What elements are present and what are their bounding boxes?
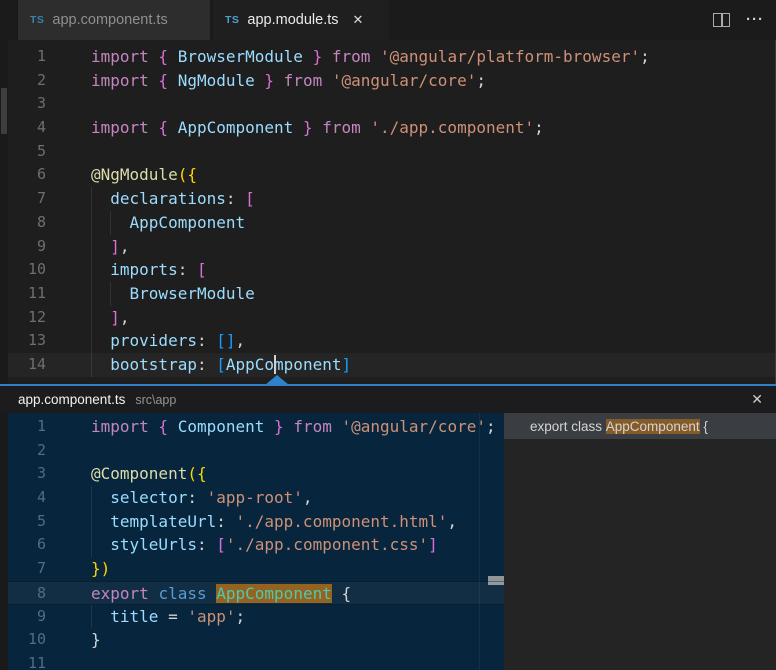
code-text: }) bbox=[91, 557, 110, 581]
editor-line-7[interactable]: 7 declarations: [ bbox=[0, 187, 776, 211]
tab-bar-spacer bbox=[0, 0, 18, 40]
peek-close-icon[interactable]: ✕ bbox=[751, 391, 763, 408]
peek-editor-line-6[interactable]: 6 styleUrls: ['./app.component.css'] bbox=[0, 533, 504, 557]
peek-references-list[interactable]: export class AppComponent { bbox=[504, 413, 776, 670]
code-text: import { Component } from '@angular/core… bbox=[91, 415, 496, 439]
code-text: import { NgModule } from '@angular/core'… bbox=[91, 69, 486, 93]
peek-editor-line-11[interactable]: 11 bbox=[0, 652, 504, 670]
tab-app-component-ts[interactable]: TS app.component.ts bbox=[18, 0, 210, 40]
peek-header[interactable]: app.component.ts src\app ✕ bbox=[0, 386, 776, 413]
reference-text: export class bbox=[530, 419, 606, 434]
editor-line-1[interactable]: 1import { BrowserModule } from '@angular… bbox=[0, 45, 776, 69]
peek-editor-line-3[interactable]: 3@Component({ bbox=[0, 462, 504, 486]
typescript-file-icon: TS bbox=[30, 14, 44, 26]
code-text: AppComponent bbox=[91, 211, 245, 235]
editor-line-3[interactable]: 3 bbox=[0, 92, 776, 116]
peek-editor-line-2[interactable]: 2 bbox=[0, 439, 504, 463]
left-scrollbar-strip[interactable] bbox=[0, 40, 8, 670]
editor-app-module-ts[interactable]: 1import { BrowserModule } from '@angular… bbox=[0, 40, 776, 384]
code-text: export class AppComponent { bbox=[91, 582, 351, 604]
code-text: imports: [ bbox=[91, 258, 207, 282]
indent-guide bbox=[91, 282, 92, 306]
indent-guide bbox=[91, 329, 92, 353]
code-text: @NgModule({ bbox=[91, 163, 197, 187]
code-text: providers: [], bbox=[91, 329, 245, 353]
peek-editor-line-9[interactable]: 9 title = 'app'; bbox=[0, 605, 504, 629]
text-cursor bbox=[274, 355, 276, 374]
indent-guide bbox=[91, 486, 92, 510]
code-text: ], bbox=[91, 306, 130, 330]
code-text: selector: 'app-root', bbox=[91, 486, 313, 510]
tab-bar: TS app.component.ts TS app.module.ts ✕ ·… bbox=[0, 0, 776, 40]
editor-line-9[interactable]: 9 ], bbox=[0, 235, 776, 259]
code-text: BrowserModule bbox=[91, 282, 255, 306]
editor-line-5[interactable]: 5 bbox=[0, 140, 776, 164]
indent-guide bbox=[91, 187, 92, 211]
peek-editor-line-5[interactable]: 5 templateUrl: './app.component.html', bbox=[0, 510, 504, 534]
code-text: declarations: [ bbox=[91, 187, 255, 211]
editor-actions: ··· bbox=[713, 0, 764, 40]
indent-guide bbox=[91, 510, 92, 534]
typescript-file-icon: TS bbox=[225, 14, 239, 26]
editor-line-6[interactable]: 6@NgModule({ bbox=[0, 163, 776, 187]
reference-text: { bbox=[700, 419, 708, 434]
editor-line-14[interactable]: 14 bootstrap: [AppComponent] bbox=[0, 353, 776, 377]
indent-guide bbox=[91, 306, 92, 330]
editor-line-11[interactable]: 11 BrowserModule bbox=[0, 282, 776, 306]
indent-guide bbox=[91, 211, 92, 235]
editor-line-2[interactable]: 2import { NgModule } from '@angular/core… bbox=[0, 69, 776, 93]
reference-item[interactable]: export class AppComponent { bbox=[504, 413, 776, 439]
peek-editor-line-8[interactable]: 8export class AppComponent { bbox=[0, 581, 504, 605]
code-text: ], bbox=[91, 235, 130, 259]
code-text: bootstrap: [AppComponent] bbox=[91, 353, 351, 377]
tab-app-module-ts[interactable]: TS app.module.ts ✕ bbox=[213, 0, 389, 40]
more-actions-icon[interactable]: ··· bbox=[746, 15, 764, 25]
close-tab-icon[interactable]: ✕ bbox=[353, 12, 364, 28]
reference-match-highlight: AppComponent bbox=[606, 419, 700, 434]
editor-line-13[interactable]: 13 providers: [], bbox=[0, 329, 776, 353]
peek-body: 1import { Component } from '@angular/cor… bbox=[0, 413, 776, 670]
code-text: } bbox=[91, 628, 101, 652]
indent-guide bbox=[91, 605, 92, 629]
tab-label: app.component.ts bbox=[52, 12, 167, 28]
editor-line-8[interactable]: 8 AppComponent bbox=[0, 211, 776, 235]
code-text: import { BrowserModule } from '@angular/… bbox=[91, 45, 650, 69]
editor-line-12[interactable]: 12 ], bbox=[0, 306, 776, 330]
peek-editor-line-10[interactable]: 10} bbox=[0, 628, 504, 652]
code-text: title = 'app'; bbox=[91, 605, 245, 629]
editor-line-10[interactable]: 10 imports: [ bbox=[0, 258, 776, 282]
indent-guide bbox=[91, 258, 92, 282]
code-text: templateUrl: './app.component.html', bbox=[91, 510, 457, 534]
editor-line-4[interactable]: 4import { AppComponent } from './app.com… bbox=[0, 116, 776, 140]
peek-top-border bbox=[0, 384, 776, 386]
peek-editor-line-4[interactable]: 4 selector: 'app-root', bbox=[0, 486, 504, 510]
reference-match-highlight: AppComponent bbox=[216, 584, 332, 603]
code-text: @Component({ bbox=[91, 462, 207, 486]
peek-editor-line-7[interactable]: 7}) bbox=[0, 557, 504, 581]
indent-guide bbox=[110, 282, 111, 306]
indent-guide bbox=[91, 235, 92, 259]
indent-guide bbox=[91, 533, 92, 557]
peek-editor-app-component-ts[interactable]: 1import { Component } from '@angular/cor… bbox=[0, 413, 504, 670]
indent-guide bbox=[110, 211, 111, 235]
indent-guide bbox=[91, 353, 92, 377]
tab-label: app.module.ts bbox=[247, 12, 338, 28]
code-text: import { AppComponent } from './app.comp… bbox=[91, 116, 544, 140]
peek-file-title: app.component.ts bbox=[18, 392, 125, 407]
split-editor-icon[interactable] bbox=[713, 13, 730, 27]
peek-editor-line-1[interactable]: 1import { Component } from '@angular/cor… bbox=[0, 415, 504, 439]
scrollbar-thumb[interactable] bbox=[1, 88, 7, 134]
code-text: styleUrls: ['./app.component.css'] bbox=[91, 533, 438, 557]
peek-file-path: src\app bbox=[135, 393, 176, 407]
